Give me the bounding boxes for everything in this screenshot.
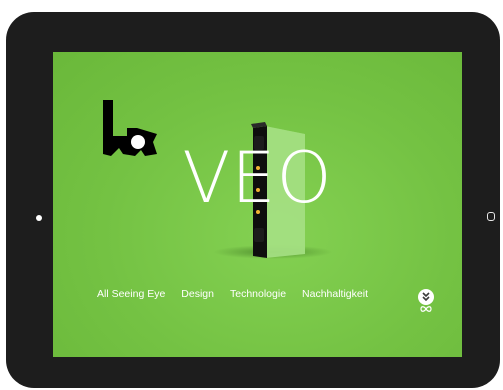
scroll-down-button[interactable] bbox=[418, 289, 434, 305]
nav-item-nachhaltigkeit[interactable]: Nachhaltigkeit bbox=[302, 288, 368, 300]
main-nav: All Seeing Eye Design Technologie Nachha… bbox=[97, 288, 368, 300]
nav-item-all-seeing-eye[interactable]: All Seeing Eye bbox=[97, 288, 165, 300]
hero-title: VEO bbox=[182, 137, 333, 219]
home-button[interactable] bbox=[487, 212, 495, 221]
infinity-icon bbox=[420, 306, 432, 312]
app-screen: VEO All Seeing Eye Design Technologie Na… bbox=[53, 52, 462, 357]
nav-item-technologie[interactable]: Technologie bbox=[230, 288, 286, 300]
double-chevron-down-icon bbox=[422, 292, 430, 302]
camera-dot bbox=[36, 215, 42, 221]
nav-item-design[interactable]: Design bbox=[181, 288, 214, 300]
